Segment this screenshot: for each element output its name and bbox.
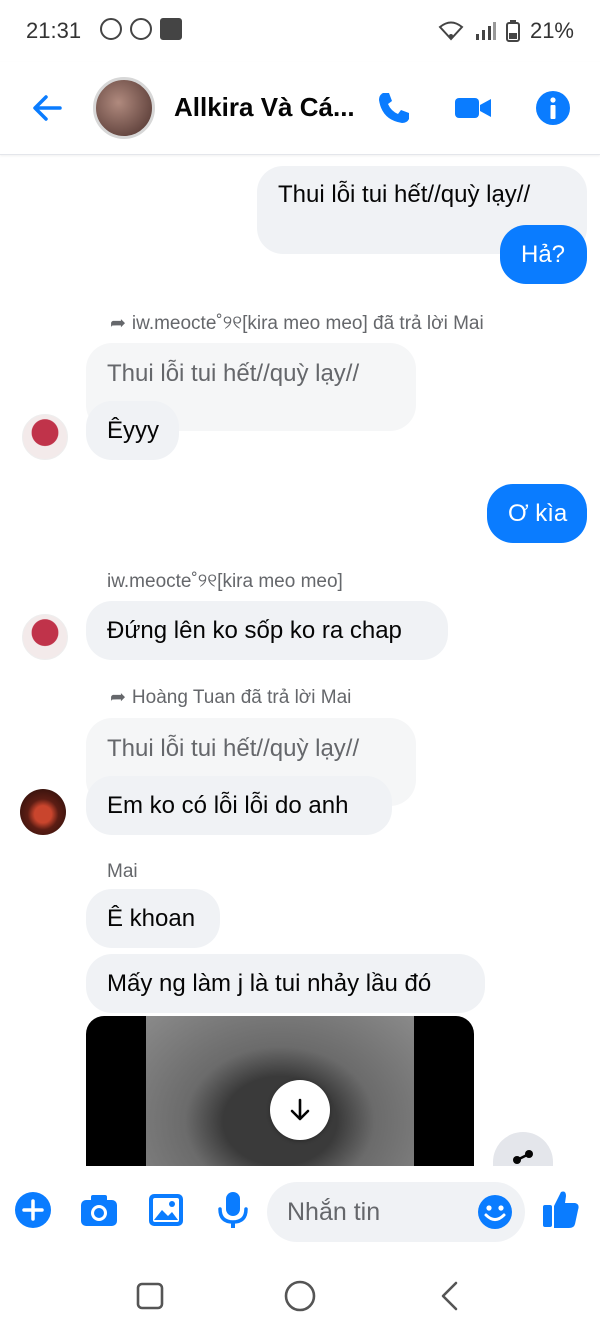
reply-indicator: ➦ iw.meocte˚୨୧[kira meo meo] đã trả lời M… <box>110 312 484 335</box>
quoted-text: Thui lỗi tui hết//quỳ lạy// <box>107 735 360 762</box>
camera-icon[interactable] <box>79 1190 119 1230</box>
sender-avatar[interactable] <box>22 614 68 660</box>
group-avatar[interactable] <box>93 77 155 139</box>
conversation-header: Allkira Và Cá... <box>0 62 600 155</box>
thumbs-up-icon[interactable] <box>541 1188 581 1230</box>
message-text: Hả? <box>521 241 566 268</box>
gallery-icon[interactable] <box>146 1190 186 1230</box>
message-text: Em ko có lỗi lỗi do anh <box>107 792 349 819</box>
system-indicators: 21% <box>438 18 574 44</box>
message-input-placeholder: Nhắn tin <box>287 1198 381 1226</box>
sender-name: iw.meocte˚୨୧[kira meo meo] <box>107 571 343 592</box>
reply-indicator: ➦ Hoàng Tuan đã trả lời Mai <box>110 686 351 709</box>
message-bubble-incoming[interactable]: Mấy ng làm j là tui nhảy lầu đó <box>86 954 485 1013</box>
quoted-text: Thui lỗi tui hết//quỳ lạy// <box>107 360 360 387</box>
message-bubble-incoming[interactable]: Em ko có lỗi lỗi do anh <box>86 776 392 835</box>
battery-percentage: 21% <box>529 18 574 43</box>
notification-icons <box>100 18 182 40</box>
conversation-title[interactable]: Allkira Và Cá... <box>174 92 355 123</box>
image-notification-icon <box>160 18 182 40</box>
wifi-icon <box>438 21 464 41</box>
message-text: Ơ kìa <box>508 500 568 527</box>
share-icon <box>513 1150 533 1164</box>
message-text: Ê khoan <box>107 905 196 932</box>
sender-name: Mai <box>107 861 138 882</box>
download-button[interactable] <box>270 1080 330 1140</box>
status-time: 21:31 <box>26 18 82 43</box>
reply-meta-text: Hoàng Tuan đã trả lời Mai <box>131 687 352 708</box>
message-bubble-incoming[interactable]: Êyyy <box>86 401 179 460</box>
reply-meta-text: iw.meocte˚୨୧[kira meo meo] đã trả lời Ma… <box>131 313 484 334</box>
download-arrow-icon <box>290 1098 310 1121</box>
system-back-icon[interactable] <box>432 1278 468 1314</box>
message-text: Êyyy <box>107 417 160 444</box>
reply-arrow-icon: ➦ <box>110 687 126 708</box>
sender-avatar[interactable] <box>22 414 68 460</box>
info-icon[interactable] <box>533 88 573 128</box>
emoji-icon[interactable] <box>477 1194 513 1230</box>
messenger-notification-icon <box>130 18 152 40</box>
message-text: Mấy ng làm j là tui nhảy lầu đó <box>107 970 432 997</box>
message-input[interactable]: Nhắn tin <box>267 1182 525 1242</box>
reply-arrow-icon: ➦ <box>110 313 126 334</box>
message-text: Thui lỗi tui hết//quỳ lạy// <box>278 181 531 208</box>
home-icon[interactable] <box>282 1278 318 1314</box>
sender-avatar[interactable] <box>20 789 66 835</box>
signal-icon <box>475 22 496 40</box>
android-navigation-bar <box>0 1262 600 1333</box>
share-button[interactable] <box>493 1132 553 1166</box>
back-arrow-icon[interactable] <box>28 88 68 128</box>
message-bubble-incoming[interactable]: Ê khoan <box>86 889 220 948</box>
microphone-icon[interactable] <box>213 1190 253 1230</box>
message-bubble-outgoing[interactable]: Hả? <box>500 225 587 284</box>
message-text: Đứng lên ko sốp ko ra chap <box>107 617 402 644</box>
recent-apps-icon[interactable] <box>132 1278 168 1314</box>
messenger-notification-icon <box>100 18 122 40</box>
phone-icon[interactable] <box>374 88 414 128</box>
video-camera-icon[interactable] <box>453 88 493 128</box>
status-bar: 21:31 21% <box>0 0 600 62</box>
message-bubble-outgoing[interactable]: Ơ kìa <box>487 484 587 543</box>
message-bubble-incoming[interactable]: Đứng lên ko sốp ko ra chap <box>86 601 448 660</box>
battery-icon <box>505 20 520 42</box>
plus-icon[interactable] <box>13 1190 53 1230</box>
message-composer: Nhắn tin <box>0 1166 600 1266</box>
